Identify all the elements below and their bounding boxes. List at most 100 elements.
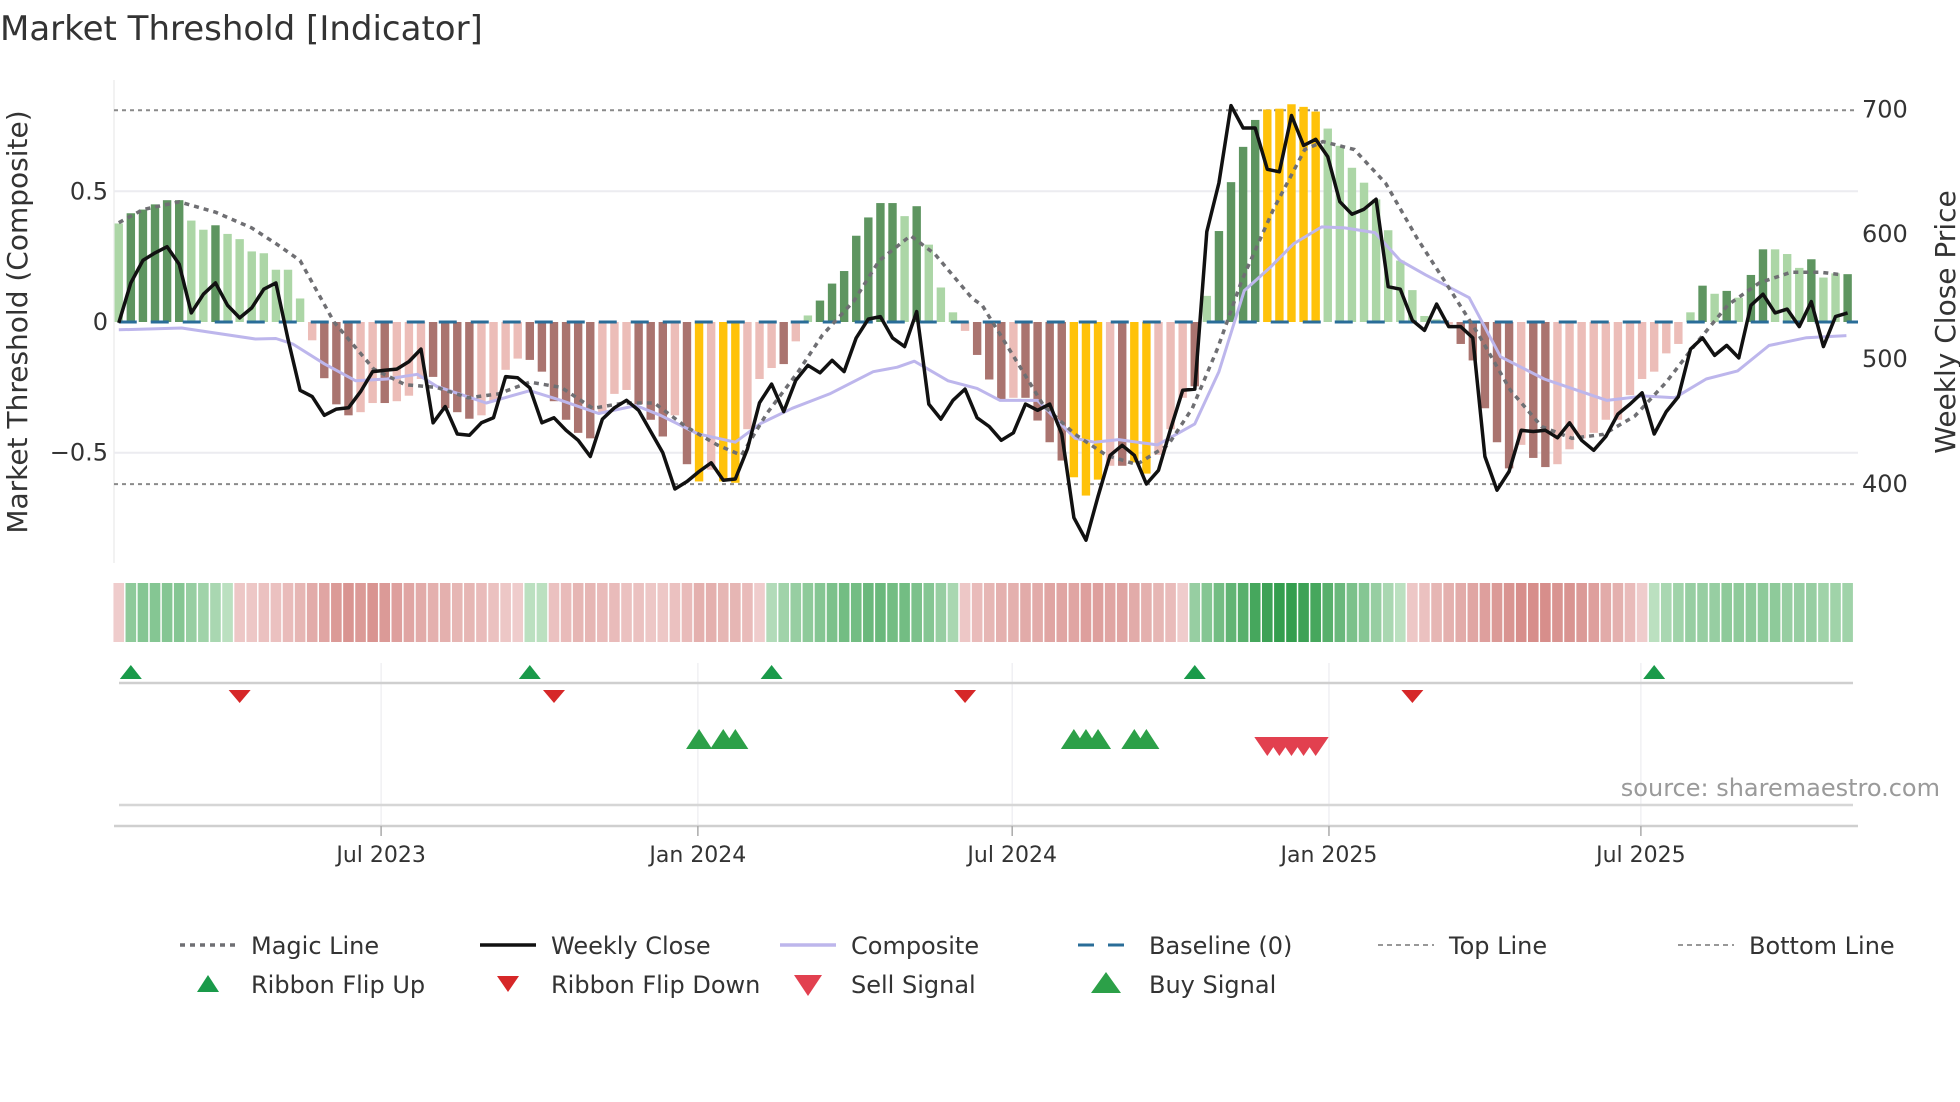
composite-bar [1335,145,1345,322]
legend-item-flip_down: Ribbon Flip Down [497,971,760,999]
ribbon-cell [766,583,777,642]
ribbon-cell [1080,583,1092,642]
ribbon-cell [971,583,983,642]
ribbon-cell [1527,583,1539,642]
ribbon-cell [282,583,294,642]
ribbon-cell [1830,583,1841,642]
ribbon-cell [754,583,765,642]
ribbon-cell [1153,583,1164,642]
composite-bar [706,322,716,470]
ribbon-cell [657,583,669,642]
ribbon-cell [1262,583,1273,642]
composite-bar [1601,322,1611,420]
ribbon-cell [1068,583,1080,642]
ribbon-cell [185,583,197,642]
composite-bar [1202,295,1212,322]
ribbon-cell [850,583,862,642]
ribbon-cell [1479,583,1491,642]
ribbon-cell [717,583,729,642]
ribbon-cell [1552,583,1563,642]
composite-bar [1359,182,1369,322]
y-tick-label: −0.5 [50,439,108,467]
composite-line [118,225,1847,447]
ribbon-cell [1370,583,1382,642]
ribbon-cell [198,583,209,642]
ribbon-cell [802,583,814,642]
ribbon-cell [1515,583,1527,642]
ribbon-cell [1419,583,1430,642]
ribbon-cell [923,583,935,642]
composite-bar [815,300,825,322]
ribbon-cell [451,583,463,642]
legend-label: Magic Line [251,932,379,960]
ribbon-cell [427,583,439,642]
ribbon-cell [1443,583,1454,642]
ribbon-cell [935,583,947,642]
ribbon-cell [1564,583,1575,642]
legend-item-flip_up: Ribbon Flip Up [197,971,425,999]
ribbon-cell [572,583,584,642]
ribbon-cell [1612,583,1624,642]
ribbon-cell [1249,583,1261,642]
composite-bar [791,322,800,342]
ribbon-cell [331,583,342,642]
ribbon-cell [173,583,185,642]
ribbon-flip-down-marker [542,690,565,703]
composite-bar [489,322,498,402]
composite-bar [332,322,341,405]
gridlines [113,80,1858,826]
y2-tick-label: 500 [1862,345,1908,373]
legend-swatch-flip-up [197,975,219,992]
ribbon-flip-up-marker [119,665,142,679]
ribbon-cell [500,583,511,642]
ribbon-cell [621,583,632,642]
ribbon-cell [1781,583,1793,642]
composite-bar [1081,322,1091,496]
ribbon-cell [524,583,536,642]
ribbon-cell [536,583,548,642]
ribbon-cell [1660,583,1672,642]
composite-bar [295,298,305,322]
composite-bar [1045,322,1054,443]
ribbon-cell [113,583,125,642]
ribbon-cell [669,583,681,642]
composite-bar [561,322,571,420]
composite-bar [537,322,547,372]
legend-label: Top Line [1448,932,1547,960]
y2-tick-label: 400 [1862,470,1908,498]
ribbon-cell [294,583,306,642]
ribbon-cell [1757,583,1769,642]
ribbon-cell [899,583,910,642]
ribbon-cell [1020,583,1031,642]
ribbon-cell [1213,583,1225,642]
composite-bar [1105,322,1115,466]
ribbon-cell [814,583,826,642]
composite-bar [1529,322,1538,458]
legend-label: Bottom Line [1749,932,1895,960]
composite-bar [1625,322,1635,396]
ribbon-cell [464,583,475,642]
ribbon-cell [1394,583,1406,642]
ribbon-cell [1358,583,1370,642]
composite-bar [1662,322,1671,354]
ribbon-flip-up-marker [760,665,783,679]
composite-bar [1758,249,1768,322]
composite-bar [1214,231,1224,322]
ribbon-cell [1298,583,1309,642]
composite-bar [1226,182,1236,322]
signal-markers [119,665,1666,756]
legend-item-baseline: Baseline (0) [1078,932,1292,960]
composite-bar [320,322,329,379]
x-tick-label: Jul 2024 [965,843,1057,868]
ribbon-cell [1092,583,1104,642]
ribbon-cell [439,583,451,642]
composite-bar [1710,293,1719,322]
composite-bar [779,322,788,365]
series-lines [117,103,1858,542]
ribbon-cell [343,583,354,642]
legend-item-composite: Composite [780,932,979,960]
ribbon-cell [415,583,427,642]
ribbon-cell [1540,583,1551,642]
ribbon-cell [1056,583,1068,642]
ribbon-cell [1769,583,1781,642]
